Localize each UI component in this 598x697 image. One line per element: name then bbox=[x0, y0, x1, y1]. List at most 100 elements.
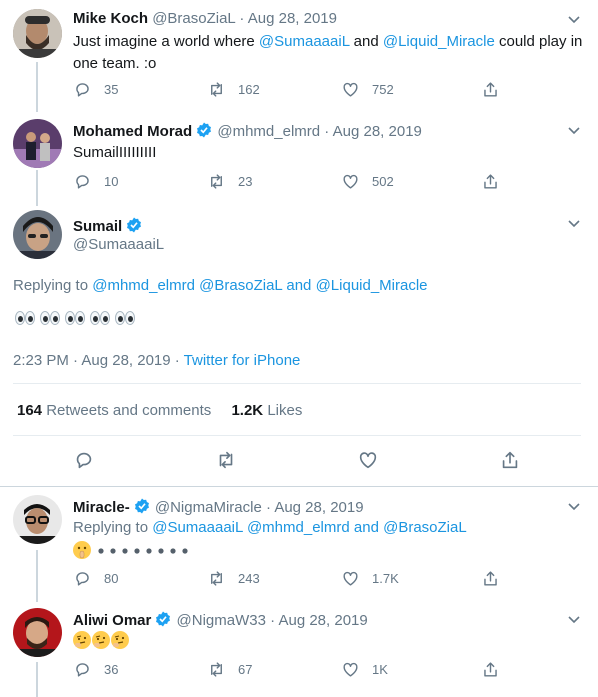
tweet-text: SumailIIIIIIIII bbox=[73, 144, 157, 161]
share-button[interactable] bbox=[481, 569, 500, 588]
reply-count: 35 bbox=[104, 82, 119, 97]
chevron-down-icon[interactable] bbox=[566, 11, 582, 27]
like-button[interactable]: 1.7K bbox=[341, 569, 481, 588]
chevron-down-icon[interactable] bbox=[566, 215, 582, 231]
retweet-count: 23 bbox=[238, 174, 253, 189]
retweet-icon bbox=[211, 571, 222, 586]
engagement-stats: 164 Retweets and comments 1.2K Likes bbox=[17, 402, 302, 419]
reply-icon bbox=[76, 83, 89, 97]
separator: · bbox=[265, 612, 279, 629]
verified-badge-icon bbox=[156, 611, 171, 627]
like-count: 1.7K bbox=[372, 571, 399, 586]
tweet-date[interactable]: Aug 28, 2019 bbox=[248, 10, 337, 27]
chevron-down-icon[interactable] bbox=[566, 498, 582, 514]
author-handle[interactable]: @NigmaW33 bbox=[177, 612, 266, 629]
reply-icon[interactable] bbox=[73, 449, 95, 471]
thread-line bbox=[36, 170, 38, 206]
reply-button[interactable]: 80 bbox=[73, 569, 207, 588]
like-button[interactable]: 1K bbox=[341, 660, 481, 679]
mention-link[interactable]: @mhmd_elmrd bbox=[92, 277, 195, 294]
verified-badge-icon bbox=[134, 498, 149, 514]
retweet-icon bbox=[211, 82, 222, 97]
avatar[interactable] bbox=[13, 210, 62, 259]
heart-icon bbox=[343, 571, 358, 586]
retweet-button[interactable]: 23 bbox=[207, 172, 341, 191]
reply-button[interactable]: 36 bbox=[73, 660, 207, 679]
author-name[interactable]: Sumail bbox=[73, 216, 143, 235]
dots-icon bbox=[98, 548, 188, 554]
replying-to: Replying to @mhmd_elmrd @BrasoZiaL and @… bbox=[13, 277, 428, 294]
mention-link[interactable]: @Liquid_Miracle bbox=[316, 277, 428, 294]
avatar[interactable] bbox=[13, 119, 62, 168]
eyes-emoji-icon bbox=[115, 311, 137, 327]
avatar[interactable] bbox=[13, 608, 62, 657]
author-name[interactable]: Mohamed Morad bbox=[73, 123, 192, 140]
shushing-face-emoji-icon bbox=[73, 541, 91, 559]
tweet-meta: 2:23 PM · Aug 28, 2019 · Twitter for iPh… bbox=[13, 352, 300, 369]
mention-link[interactable]: @Liquid_Miracle bbox=[383, 33, 495, 50]
mention-link[interactable]: @SumaaaaiL bbox=[152, 519, 243, 536]
eyes-emoji-icon bbox=[15, 311, 37, 327]
thinking-face-emoji-icon bbox=[73, 631, 91, 649]
share-icon bbox=[484, 174, 497, 189]
reply-icon bbox=[76, 663, 89, 677]
chevron-down-icon[interactable] bbox=[566, 122, 582, 138]
share-icon[interactable] bbox=[499, 449, 521, 471]
thread-line bbox=[36, 550, 38, 602]
chevron-down-icon[interactable] bbox=[566, 611, 582, 627]
avatar[interactable] bbox=[13, 495, 62, 544]
retweet-icon[interactable] bbox=[215, 449, 237, 471]
share-icon bbox=[484, 662, 497, 677]
thread-line bbox=[36, 662, 38, 697]
divider bbox=[13, 383, 581, 384]
retweet-count: 67 bbox=[238, 662, 253, 677]
eyes-emoji-icon bbox=[65, 311, 87, 327]
reply-icon bbox=[76, 175, 89, 189]
emoji-row bbox=[73, 541, 188, 560]
mention-link[interactable]: @BrasoZiaL bbox=[199, 277, 282, 294]
author-name[interactable]: Miracle- bbox=[73, 499, 130, 516]
mention-link[interactable]: @mhmd_elmrd bbox=[247, 519, 350, 536]
heart-icon[interactable] bbox=[357, 449, 379, 471]
author-handle[interactable]: @NigmaMiracle bbox=[155, 499, 262, 516]
tweet-date[interactable]: Aug 28, 2019 bbox=[333, 123, 422, 140]
share-button[interactable] bbox=[481, 172, 500, 191]
retweet-icon bbox=[211, 174, 222, 189]
author-handle[interactable]: @BrasoZiaL bbox=[152, 10, 235, 27]
tweet-source[interactable]: Twitter for iPhone bbox=[184, 352, 301, 369]
share-button[interactable] bbox=[481, 660, 500, 679]
reply-button[interactable]: 35 bbox=[73, 80, 207, 99]
separator: · bbox=[320, 123, 333, 140]
share-button[interactable] bbox=[481, 80, 500, 99]
like-button[interactable]: 502 bbox=[341, 172, 481, 191]
likes-stat[interactable]: 1.2K Likes bbox=[231, 402, 302, 419]
heart-icon bbox=[343, 174, 358, 189]
mention-link[interactable]: @SumaaaaiL bbox=[259, 33, 350, 50]
tweet-date[interactable]: Aug 28, 2019 bbox=[274, 499, 363, 516]
mention-link[interactable]: @BrasoZiaL bbox=[383, 519, 467, 536]
share-icon bbox=[484, 82, 497, 97]
share-icon bbox=[484, 571, 497, 586]
retweets-stat[interactable]: 164 Retweets and comments bbox=[17, 402, 211, 419]
retweet-button[interactable]: 243 bbox=[207, 569, 341, 588]
heart-icon bbox=[343, 82, 358, 97]
author-name[interactable]: Aliwi Omar bbox=[73, 612, 151, 629]
reply-count: 36 bbox=[104, 662, 119, 677]
author-name[interactable]: Mike Koch bbox=[73, 10, 148, 27]
avatar[interactable] bbox=[13, 9, 62, 58]
tweet-date[interactable]: Aug 28, 2019 bbox=[278, 612, 367, 629]
reply-button[interactable]: 10 bbox=[73, 172, 207, 191]
tweet-timestamp[interactable]: 2:23 PM · Aug 28, 2019 · bbox=[13, 352, 184, 369]
like-count: 752 bbox=[372, 82, 394, 97]
retweet-button[interactable]: 67 bbox=[207, 660, 341, 679]
like-button[interactable]: 752 bbox=[341, 80, 481, 99]
author-handle[interactable]: @SumaaaaiL bbox=[73, 236, 164, 253]
like-count: 502 bbox=[372, 174, 394, 189]
author-handle[interactable]: @mhmd_elmrd bbox=[217, 123, 320, 140]
separator: · bbox=[235, 10, 248, 27]
like-count: 1K bbox=[372, 662, 388, 677]
retweet-button[interactable]: 162 bbox=[207, 80, 341, 99]
retweet-icon bbox=[211, 662, 222, 677]
thinking-face-emoji-icon bbox=[92, 631, 110, 649]
separator: · bbox=[261, 499, 275, 516]
